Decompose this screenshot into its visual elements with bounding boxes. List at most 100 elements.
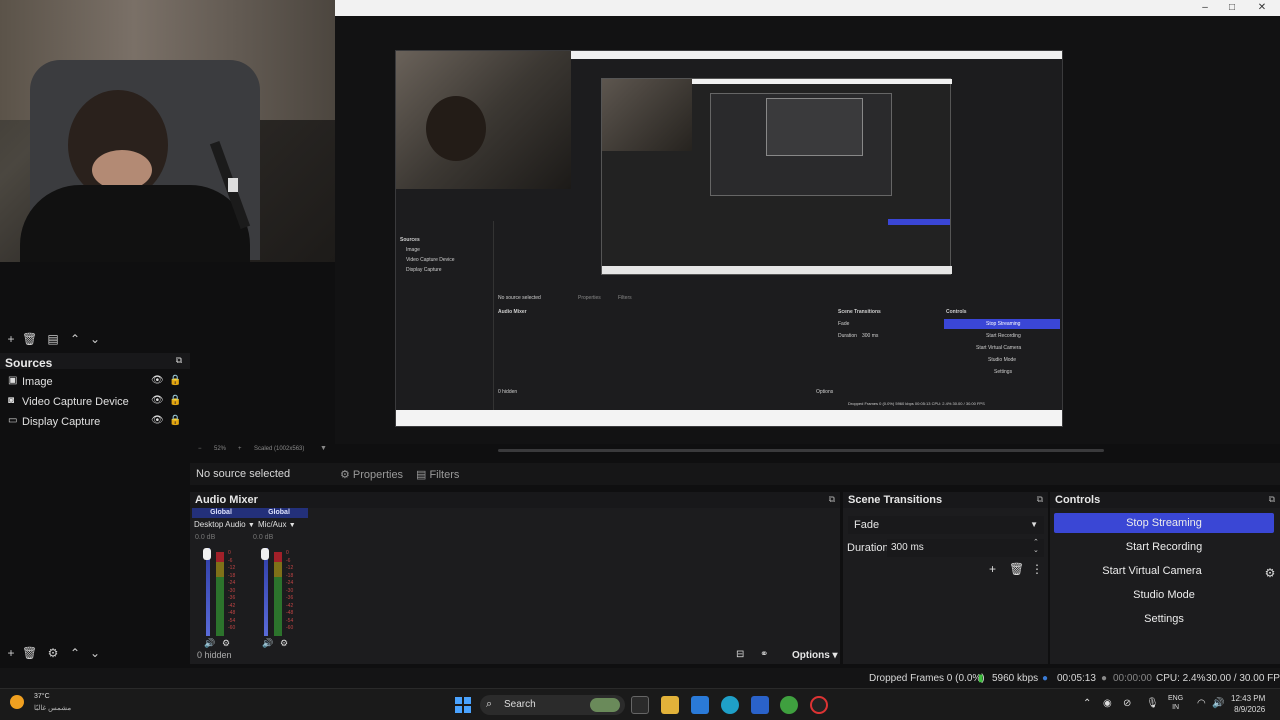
properties-button[interactable]: ⚙ Properties <box>340 468 403 481</box>
volume-slider-handle[interactable] <box>203 548 211 560</box>
mixer-channel-mic: Global Mic/Aux ▼ 0.0 dB 0 -6 -12 -18 -24 -30-… <box>250 508 308 648</box>
source-toolbar: No source selected ⚙ Properties ▤ Filter… <box>190 463 1280 485</box>
weather-icon[interactable] <box>10 695 24 709</box>
speaker-icon[interactable]: 🔊 <box>262 638 273 649</box>
search-icon: ⌕ <box>486 698 493 710</box>
horizontal-scrollbar[interactable] <box>498 449 1104 452</box>
meter-ticks: 0 -6 -12 -18 -24 -30 -36 -42 -48 -54 -60 <box>228 550 236 631</box>
speaker-icon[interactable]: 🔊 <box>204 638 215 649</box>
source-item-video-capture[interactable]: ◙ Video Capture Device 👁 🔒 <box>0 392 190 412</box>
nested-properties: Properties <box>578 295 601 301</box>
language-indicator[interactable]: ENG IN <box>1168 694 1183 712</box>
dock-popout-icon[interactable]: ⧉ <box>829 494 835 505</box>
gear-icon[interactable]: ⚙ <box>222 638 230 649</box>
eye-icon[interactable]: 👁 <box>151 375 164 386</box>
maximize-button[interactable]: □ <box>1225 1 1239 15</box>
dock-popout-icon[interactable]: ⧉ <box>1037 494 1043 505</box>
store-icon[interactable] <box>751 696 769 714</box>
tray-app-icon[interactable]: ⊘ <box>1123 698 1131 709</box>
nested-sources-label: Sources <box>400 237 420 243</box>
bitrate: 5960 kbps <box>992 673 1039 684</box>
close-button[interactable]: ✕ <box>1255 1 1269 15</box>
eye-icon[interactable]: 👁 <box>151 415 164 426</box>
add-transition-icon[interactable]: + <box>989 562 996 576</box>
wifi-icon[interactable]: ◠ <box>1197 698 1206 709</box>
nested-options: Options <box>816 389 834 395</box>
scale-label: Scaled (1002x563) <box>254 446 305 452</box>
trash-icon[interactable]: 🗑 <box>22 332 37 346</box>
more-icon[interactable]: ⋮ <box>1031 562 1043 576</box>
source-label: Video Capture Device <box>22 396 129 408</box>
stop-streaming-button[interactable]: Stop Streaming <box>1054 513 1274 533</box>
settings-button[interactable]: Settings <box>1054 609 1274 629</box>
tray-app-icon[interactable]: ◉ <box>1103 698 1112 709</box>
volume-slider-handle[interactable] <box>261 548 269 560</box>
nested-titlebar <box>571 51 1062 59</box>
move-up-icon[interactable]: ⌃ <box>68 332 82 346</box>
minimize-button[interactable]: – <box>1198 1 1212 15</box>
add-source-icon[interactable]: + <box>4 646 18 660</box>
edge-icon[interactable] <box>721 696 739 714</box>
options-button[interactable]: Options ▾ <box>792 650 838 661</box>
clock[interactable]: 12:43 PM 8/9/2026 <box>1231 693 1265 715</box>
duration-input[interactable]: 300 ms ⌃ ⌄ <box>887 539 1044 557</box>
taskbar-search[interactable]: ⌕ Search <box>480 695 625 715</box>
start-recording-button[interactable]: Start Recording <box>1054 537 1274 557</box>
chevron-up-icon[interactable]: ⌃ <box>1083 698 1091 709</box>
add-icon[interactable]: + <box>4 332 18 346</box>
channel-group-badge: Global <box>192 508 250 518</box>
volume-icon[interactable]: 🔊 <box>1212 698 1224 709</box>
volume-slider[interactable] <box>206 548 210 636</box>
gear-icon[interactable]: ⚙ <box>46 646 60 660</box>
studio-mode-button[interactable]: Studio Mode <box>1054 585 1274 605</box>
eye-icon[interactable]: 👁 <box>151 395 164 406</box>
hidden-count: 0 hidden <box>197 650 232 660</box>
move-up-icon[interactable]: ⌃ <box>68 646 82 660</box>
zoom-level: 52% <box>214 446 227 452</box>
volume-slider[interactable] <box>264 548 268 636</box>
dock-popout-icon[interactable]: ⧉ <box>1269 494 1275 505</box>
chrome-icon[interactable] <box>780 696 798 714</box>
transition-select[interactable]: Fade ▼ <box>848 516 1044 534</box>
nested-source-display: Display Capture <box>406 267 442 273</box>
zoom-in-icon[interactable]: + <box>238 446 242 452</box>
layout-icon[interactable]: ⊟ <box>736 649 744 660</box>
obs-icon[interactable] <box>810 696 828 714</box>
task-view-icon[interactable] <box>631 696 649 714</box>
lock-icon[interactable]: 🔒 <box>169 415 181 426</box>
filters-label: Filters <box>429 469 460 481</box>
filters-button[interactable]: ▤ Filters <box>416 468 459 481</box>
lock-icon[interactable]: 🔒 <box>169 395 181 406</box>
spinner-icon[interactable]: ⌃ ⌄ <box>1033 539 1039 555</box>
windows-start-icon[interactable] <box>455 697 471 713</box>
gear-icon[interactable]: ⚙ <box>280 638 288 649</box>
lock-icon[interactable]: 🔒 <box>169 375 181 386</box>
camera-icon: ◙ <box>8 395 15 406</box>
move-down-icon[interactable]: ⌄ <box>88 646 102 660</box>
source-item-image[interactable]: ▣ Image 👁 🔒 <box>0 372 190 392</box>
nested-source-image: Image <box>406 247 420 253</box>
file-explorer-icon[interactable] <box>661 696 679 714</box>
source-label: Display Capture <box>22 416 101 428</box>
gear-icon[interactable]: ⚙ <box>1260 563 1280 583</box>
channel-name-label: Mic/Aux <box>258 520 287 529</box>
weather-text: مشمس غالبًا <box>34 705 72 712</box>
remove-source-icon[interactable]: 🗑 <box>22 646 37 660</box>
nested-status: Dropped Frames 0 (0.0%) 5960 kbps 00:05:… <box>848 401 985 406</box>
dock-popout-icon[interactable]: ⧉ <box>172 355 186 366</box>
source-item-display-capture[interactable]: ▭ Display Capture 👁 🔒 <box>0 412 190 432</box>
start-virtual-camera-button[interactable]: Start Virtual Camera <box>1054 561 1250 581</box>
trash-icon[interactable]: 🗑 <box>1009 562 1024 576</box>
preview-scene-frame[interactable]: Sources Image Video Capture Device Displ… <box>395 50 1063 427</box>
channel-name[interactable]: Mic/Aux ▼ <box>258 520 296 529</box>
link-icon[interactable]: ⚭ <box>760 649 768 660</box>
browser-icon[interactable] <box>691 696 709 714</box>
microphone-icon[interactable]: 🎙 <box>1146 698 1159 709</box>
move-down-icon[interactable]: ⌄ <box>88 332 102 346</box>
nested-no-source: No source selected <box>498 295 541 301</box>
channel-name[interactable]: Desktop Audio ▼ <box>194 520 255 529</box>
zoom-out-icon[interactable]: − <box>198 446 202 452</box>
filter-icon[interactable]: ▤ <box>46 332 60 346</box>
nested-fade: Fade <box>838 321 850 327</box>
chevron-down-icon[interactable]: ▼ <box>320 445 327 452</box>
